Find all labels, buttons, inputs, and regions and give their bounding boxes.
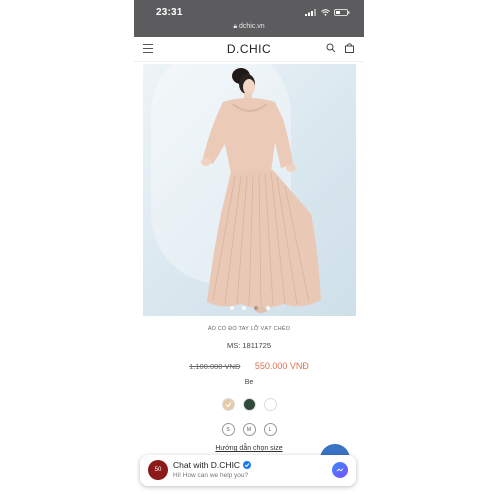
status-bar: 23:31 🔒︎ dchic.vn [134, 0, 364, 37]
product-name: ÁO CỔ ĐỔ TAY LỠ VẠT CHÉO [207, 326, 291, 332]
size-option[interactable]: S [221, 423, 235, 436]
status-time: 23:31 [156, 7, 183, 18]
product-sku: MS: 1811725 [226, 341, 272, 350]
product-photo [201, 68, 321, 313]
search-icon[interactable] [326, 43, 336, 53]
chat-title: Chat with D.CHIC [173, 460, 252, 470]
color-swatch[interactable] [242, 398, 256, 411]
price-row: 1.100.000 VNĐ 550.000 VNĐ [134, 356, 364, 374]
carousel-dot[interactable] [253, 306, 258, 310]
signal-icon [305, 9, 316, 16]
color-swatches [134, 398, 364, 411]
size-options: SML [134, 423, 364, 436]
phone-screen: 23:31 🔒︎ dchic.vn D.CHIC ÁO CỔ ĐỔ TAY LỠ… [134, 0, 364, 499]
bag-icon[interactable] [345, 43, 354, 53]
verified-icon [243, 461, 252, 469]
color-swatch[interactable] [263, 398, 277, 411]
check-icon [225, 402, 231, 408]
lock-icon: 🔒︎ [233, 23, 238, 30]
carousel-dot[interactable] [241, 306, 246, 310]
carousel-dot[interactable] [229, 306, 234, 310]
status-icons [305, 9, 350, 16]
wifi-icon [321, 9, 330, 16]
carousel-dot[interactable] [265, 306, 270, 310]
sale-price: 550.000 VNĐ [254, 361, 309, 371]
battery-icon [334, 9, 350, 16]
old-price: 1.100.000 VNĐ [189, 362, 241, 371]
address-bar[interactable]: 🔒︎ dchic.vn [134, 23, 364, 31]
site-header: D.CHIC [134, 37, 364, 62]
chat-title-text: Chat with D.CHIC [173, 460, 241, 470]
chat-subtitle: Hi! How can we help you? [173, 472, 249, 479]
chat-widget[interactable]: 50 Chat with D.CHIC Hi! How can we help … [140, 455, 356, 486]
product-image-carousel[interactable] [143, 64, 356, 316]
messenger-icon[interactable] [332, 462, 348, 478]
size-option[interactable]: L [263, 423, 277, 436]
color-swatch[interactable] [221, 398, 235, 411]
selected-color-label: Be [244, 379, 254, 386]
url-text: dchic.vn [239, 23, 265, 30]
chat-avatar: 50 [148, 460, 168, 480]
carousel-dots [143, 306, 356, 310]
size-option[interactable]: M [242, 423, 256, 436]
